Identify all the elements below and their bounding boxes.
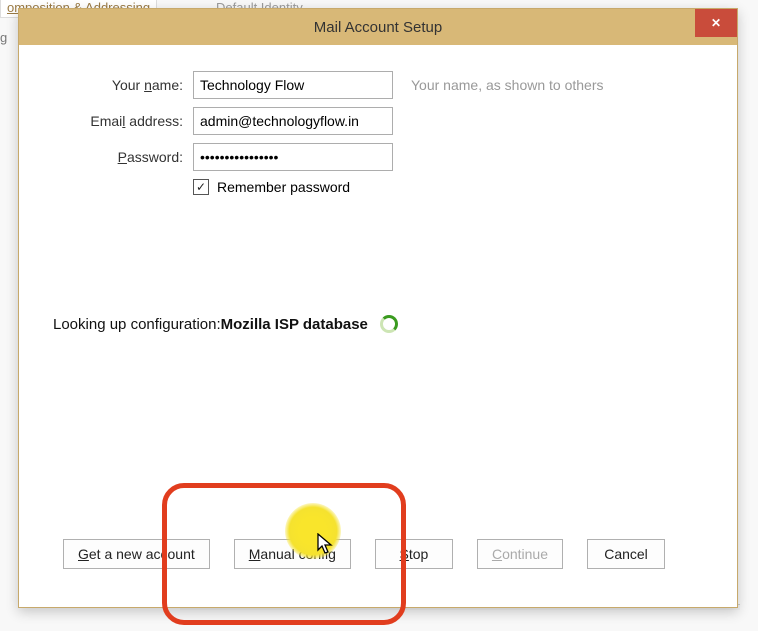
close-button[interactable]: ✕ (695, 9, 737, 37)
close-icon: ✕ (711, 16, 721, 30)
row-password: Password: (53, 143, 703, 171)
titlebar[interactable]: Mail Account Setup ✕ (19, 9, 737, 45)
account-form: Your name: Your name, as shown to others… (19, 45, 737, 221)
stop-button[interactable]: Stop (375, 539, 453, 569)
spinner-icon (380, 315, 398, 333)
remember-checkbox[interactable]: ✓ (193, 179, 209, 195)
status-source: Mozilla ISP database (221, 316, 368, 333)
name-hint: Your name, as shown to others (411, 77, 604, 93)
row-email: Email address: (53, 107, 703, 135)
window-title: Mail Account Setup (27, 19, 729, 36)
name-input[interactable] (193, 71, 393, 99)
manual-config-button[interactable]: Manual config (234, 539, 351, 569)
get-new-account-button[interactable]: Get a new account (63, 539, 210, 569)
cancel-button[interactable]: Cancel (587, 539, 665, 569)
row-remember: ✓ Remember password (193, 179, 703, 195)
mail-account-setup-dialog: Mail Account Setup ✕ Your name: Your nam… (18, 8, 738, 608)
status-line: Looking up configuration: Mozilla ISP da… (19, 315, 737, 333)
button-bar: Get a new account Manual config Stop Con… (19, 539, 737, 569)
label-name: Your name: (53, 77, 183, 93)
background-sidebar-chars: g (0, 18, 14, 248)
status-prefix: Looking up configuration: (53, 316, 221, 333)
remember-label: Remember password (217, 179, 350, 195)
label-password: Password: (53, 149, 183, 165)
row-name: Your name: Your name, as shown to others (53, 71, 703, 99)
email-input[interactable] (193, 107, 393, 135)
continue-button: Continue (477, 539, 563, 569)
password-input[interactable] (193, 143, 393, 171)
label-email: Email address: (53, 113, 183, 129)
